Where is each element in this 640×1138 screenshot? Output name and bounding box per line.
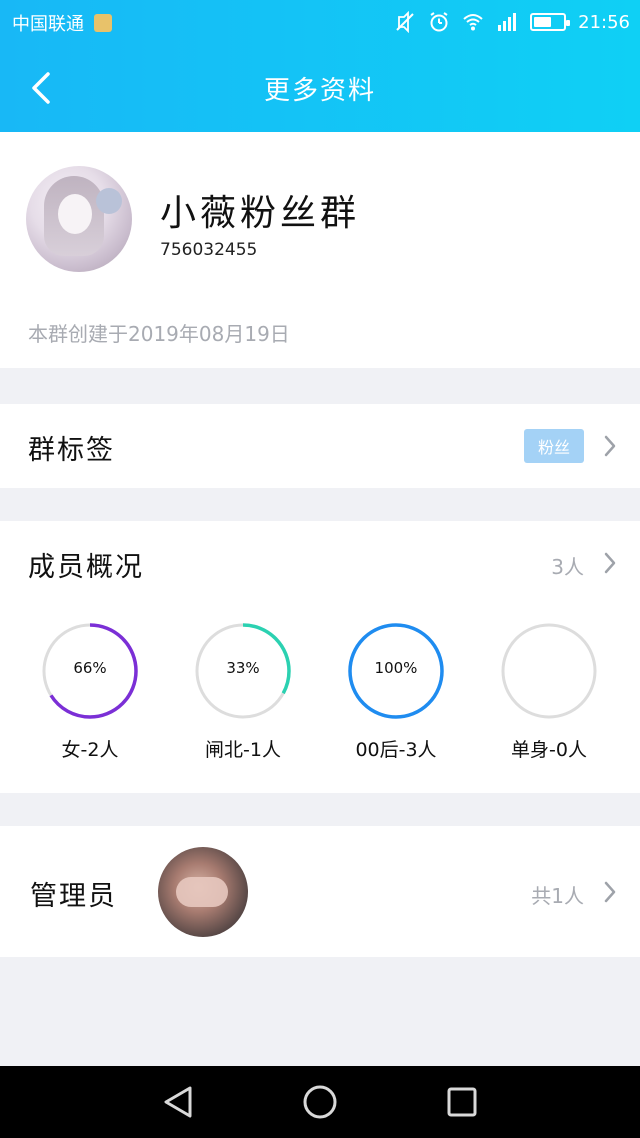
group-name: 小薇粉丝群 bbox=[160, 193, 361, 234]
admin-label: 管理员 bbox=[30, 881, 117, 912]
nav-recents-button[interactable] bbox=[440, 1080, 484, 1124]
admin-count: 共1人 bbox=[531, 884, 584, 908]
triangle-back-icon bbox=[164, 1086, 192, 1118]
members-overview-label: 成员概况 bbox=[28, 552, 144, 583]
chevron-right-icon[interactable] bbox=[602, 549, 618, 577]
group-created-date: 本群创建于2019年08月19日 bbox=[28, 322, 290, 346]
members-count: 3人 bbox=[551, 555, 584, 579]
title-bar: 更多资料 bbox=[0, 44, 640, 132]
header: 中国联通 21:56 更多资料 bbox=[0, 0, 640, 132]
member-stat-3: 单身-0人 bbox=[489, 621, 609, 762]
clock: 21:56 bbox=[578, 11, 630, 33]
circle-home-icon bbox=[303, 1085, 337, 1119]
mute-icon bbox=[396, 11, 414, 33]
chevron-right-icon[interactable] bbox=[602, 432, 618, 460]
admin-row[interactable]: 管理员 共1人 bbox=[0, 826, 640, 957]
square-recents-icon bbox=[447, 1087, 477, 1117]
battery-icon bbox=[530, 13, 571, 31]
group-tags-row[interactable]: 群标签 粉丝 bbox=[0, 404, 640, 488]
progress-ring bbox=[501, 623, 597, 719]
group-id: 756032455 bbox=[160, 240, 258, 260]
stat-label: 单身-0人 bbox=[511, 739, 587, 761]
member-stat-2: 100% 00后-3人 bbox=[336, 621, 456, 762]
alarm-icon bbox=[430, 12, 448, 32]
group-tags-label: 群标签 bbox=[28, 435, 115, 466]
members-overview-card: 成员概况 3人 66% 女-2人 33% 闸北-1人 100% 00后-3人 单身-0人 bbox=[0, 521, 640, 793]
status-bar: 中国联通 21:56 bbox=[0, 0, 640, 44]
chevron-right-icon[interactable] bbox=[602, 878, 618, 906]
stat-percent: 33% bbox=[226, 659, 260, 677]
group-profile-card: 小薇粉丝群 756032455 本群创建于2019年08月19日 bbox=[0, 132, 640, 368]
tag-chip[interactable]: 粉丝 bbox=[524, 429, 584, 463]
back-button[interactable] bbox=[18, 64, 66, 112]
system-nav-bar bbox=[0, 1066, 640, 1138]
nav-home-button[interactable] bbox=[298, 1080, 342, 1124]
carrier-name: 中国联通 bbox=[12, 14, 84, 35]
stat-label: 女-2人 bbox=[61, 739, 119, 761]
page-title: 更多资料 bbox=[263, 75, 376, 106]
progress-ring-track bbox=[501, 623, 597, 719]
stat-percent: 66% bbox=[73, 659, 107, 677]
stat-percent: 100% bbox=[374, 659, 418, 677]
admin-avatar[interactable] bbox=[158, 847, 248, 937]
signal-icon bbox=[498, 13, 517, 31]
stat-label: 00后-3人 bbox=[355, 739, 437, 761]
nav-back-button[interactable] bbox=[156, 1080, 200, 1124]
app-notification-icon bbox=[94, 14, 112, 32]
group-avatar[interactable] bbox=[26, 166, 132, 272]
member-stats: 66% 女-2人 33% 闸北-1人 100% 00后-3人 单身-0人 bbox=[0, 621, 640, 781]
carrier-area: 中国联通 bbox=[12, 10, 112, 36]
status-icons: 21:56 bbox=[394, 8, 630, 36]
member-stat-1: 33% 闸北-1人 bbox=[183, 621, 303, 762]
stat-label: 闸北-1人 bbox=[205, 739, 281, 761]
member-stat-0: 66% 女-2人 bbox=[30, 621, 150, 762]
chevron-left-icon bbox=[32, 72, 50, 104]
wifi-icon bbox=[463, 14, 483, 31]
